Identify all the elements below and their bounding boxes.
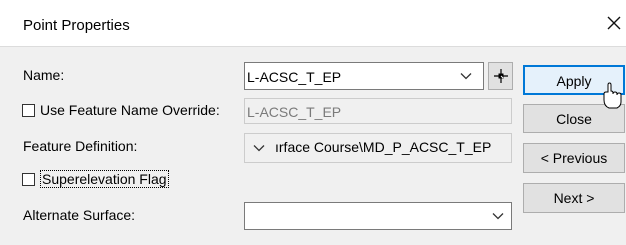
previous-label: < Previous <box>540 150 608 166</box>
name-label: Name: <box>23 67 65 83</box>
alternate-surface-combo[interactable] <box>244 202 512 230</box>
override-checkbox[interactable]: Use Feature Name Override: <box>22 102 220 118</box>
feature-definition-value: ırface Course\MD_P_ACSC_T_EP <box>275 139 492 155</box>
dialog-title: Point Properties <box>23 17 130 34</box>
name-combo[interactable]: L-ACSC_T_EP <box>244 62 484 90</box>
point-properties-dialog: Point Properties Name: L-ACSC_T_EP Use F… <box>0 0 626 245</box>
title-bar: Point Properties <box>0 0 626 47</box>
override-value: L-ACSC_T_EP <box>247 104 342 120</box>
override-label: Use Feature Name Override: <box>40 102 220 118</box>
chevron-down-icon <box>253 145 265 152</box>
previous-button[interactable]: < Previous <box>523 143 625 173</box>
name-value: L-ACSC_T_EP <box>247 69 342 85</box>
chevron-down-icon <box>492 213 504 220</box>
feature-definition-label: Feature Definition: <box>23 138 138 154</box>
mouse-pointer-icon <box>603 82 622 109</box>
override-checkbox-box[interactable] <box>22 103 35 117</box>
next-label: Next > <box>553 190 595 206</box>
crosshair-icon <box>494 69 508 83</box>
superelevation-label: Superelevation Flag <box>40 170 169 188</box>
alternate-surface-label: Alternate Surface: <box>23 207 136 223</box>
next-button[interactable]: Next > <box>523 183 625 213</box>
close-icon[interactable] <box>604 12 624 34</box>
superelevation-checkbox-box[interactable] <box>22 172 35 186</box>
feature-definition-combo[interactable]: ırface Course\MD_P_ACSC_T_EP <box>244 133 512 163</box>
superelevation-checkbox[interactable]: Superelevation Flag <box>22 170 169 188</box>
chevron-down-icon <box>460 73 472 80</box>
override-name-field: L-ACSC_T_EP <box>244 98 512 124</box>
pick-point-button[interactable] <box>488 62 513 90</box>
